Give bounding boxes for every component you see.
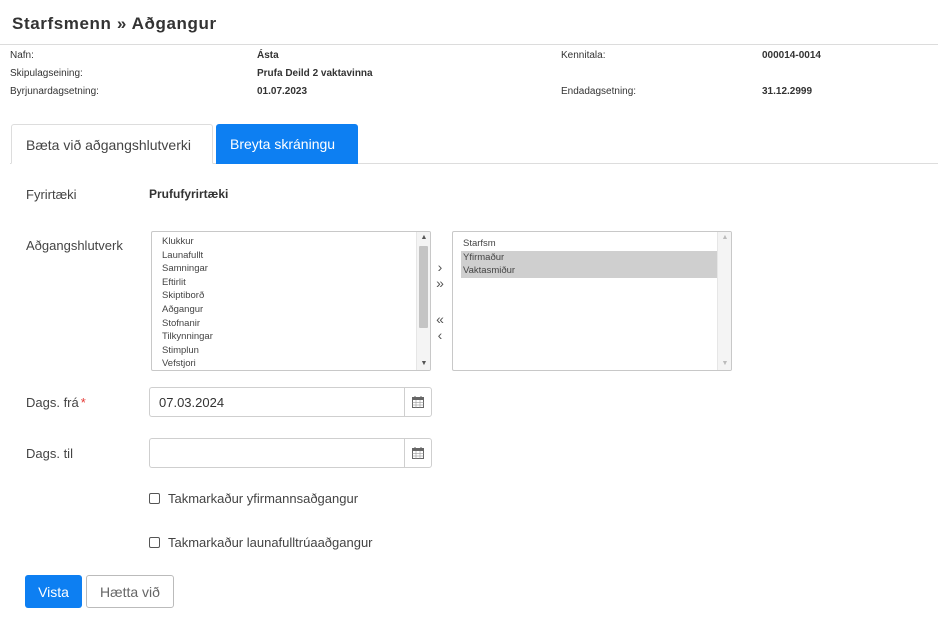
- start-date-value: 01.07.2023: [257, 86, 308, 97]
- selected-role-item[interactable]: Yfirmaður: [461, 250, 723, 265]
- calendar-icon: [412, 447, 424, 459]
- save-button[interactable]: Vista: [25, 575, 82, 608]
- available-role-item[interactable]: Stofnanir: [160, 317, 422, 331]
- title-divider: [0, 44, 938, 45]
- payroll-access-checkbox[interactable]: [149, 537, 160, 548]
- company-value: Prufufyrirtæki: [149, 187, 229, 201]
- tab-add-access-role[interactable]: Bæta við aðgangshlutverki: [11, 124, 213, 164]
- start-date-label: Byrjunardagsetning:: [10, 86, 99, 97]
- cancel-button[interactable]: Hætta við: [86, 575, 174, 608]
- move-right-button[interactable]: ›: [431, 260, 449, 274]
- tab-edit-registration[interactable]: Breyta skráningu: [216, 124, 358, 164]
- page-title: Starfsmenn » Aðgangur: [12, 14, 217, 33]
- selected-roles-scrollbar[interactable]: ▲ ▼: [717, 232, 731, 370]
- available-role-item[interactable]: Vefstjori: [160, 357, 422, 370]
- date-from-calendar-button[interactable]: [404, 387, 432, 417]
- caret-down-icon[interactable]: ▼: [417, 358, 430, 370]
- available-role-item[interactable]: Tilkynningar: [160, 330, 422, 344]
- available-role-item[interactable]: Launafullt: [160, 249, 422, 263]
- caret-up-icon[interactable]: ▲: [718, 232, 731, 244]
- selected-role-item[interactable]: Starfsm: [461, 237, 723, 251]
- available-role-item[interactable]: Aðgangur: [160, 303, 422, 317]
- date-to-calendar-button[interactable]: [404, 438, 432, 468]
- selected-role-item[interactable]: Vaktasmiður: [461, 264, 723, 278]
- end-date-value: 31.12.2999: [762, 86, 813, 97]
- ssn-value: 000014-0014: [762, 50, 821, 61]
- company-label: Fyrirtæki: [26, 187, 77, 202]
- unit-label: Skipulagseining:: [10, 68, 83, 79]
- available-role-item[interactable]: Samningar: [160, 262, 422, 276]
- end-date-label: Endadagsetning:: [561, 86, 637, 97]
- supervisor-access-checkbox-row[interactable]: Takmarkaður yfirmannsaðgangur: [149, 491, 358, 506]
- date-from-label: Dags. frá *: [26, 395, 86, 410]
- payroll-access-label: Takmarkaður launafulltrúaaðgangur: [168, 535, 373, 550]
- move-all-right-button[interactable]: »: [431, 276, 449, 290]
- selected-roles-list[interactable]: Starfsm Yfirmaður Vaktasmiður ▲ ▼: [452, 231, 732, 371]
- ssn-label: Kennitala:: [561, 50, 606, 61]
- available-role-item[interactable]: Stimplun: [160, 344, 422, 358]
- supervisor-access-label: Takmarkaður yfirmannsaðgangur: [168, 491, 359, 506]
- available-role-item[interactable]: Klukkur: [160, 235, 422, 249]
- unit-value: Prufa Deild 2 vaktavinna: [257, 68, 373, 79]
- required-mark: *: [80, 395, 86, 410]
- caret-down-icon[interactable]: ▼: [718, 358, 731, 370]
- name-label: Nafn:: [10, 50, 34, 61]
- move-all-left-button[interactable]: «: [431, 312, 449, 326]
- supervisor-access-checkbox[interactable]: [149, 493, 160, 504]
- available-roles-list[interactable]: Klukkur Launafullt Samningar Eftirlit Sk…: [151, 231, 431, 371]
- date-to-input[interactable]: [149, 438, 404, 468]
- roles-label: Aðgangshlutverk: [26, 238, 123, 253]
- payroll-access-checkbox-row[interactable]: Takmarkaður launafulltrúaaðgangur: [149, 535, 373, 550]
- name-value: Ásta: [257, 50, 279, 61]
- available-role-item[interactable]: Eftirlit: [160, 276, 422, 290]
- date-from-input[interactable]: [149, 387, 404, 417]
- available-role-item[interactable]: Skiptiborð: [160, 289, 422, 303]
- calendar-icon: [412, 396, 424, 408]
- caret-up-icon[interactable]: ▲: [417, 232, 430, 244]
- move-left-button[interactable]: ‹: [431, 328, 449, 342]
- date-from-label-text: Dags. frá: [26, 395, 79, 410]
- date-to-label: Dags. til: [26, 446, 73, 461]
- available-roles-scrollbar[interactable]: ▲ ▼: [416, 232, 430, 370]
- scroll-thumb[interactable]: [419, 246, 428, 328]
